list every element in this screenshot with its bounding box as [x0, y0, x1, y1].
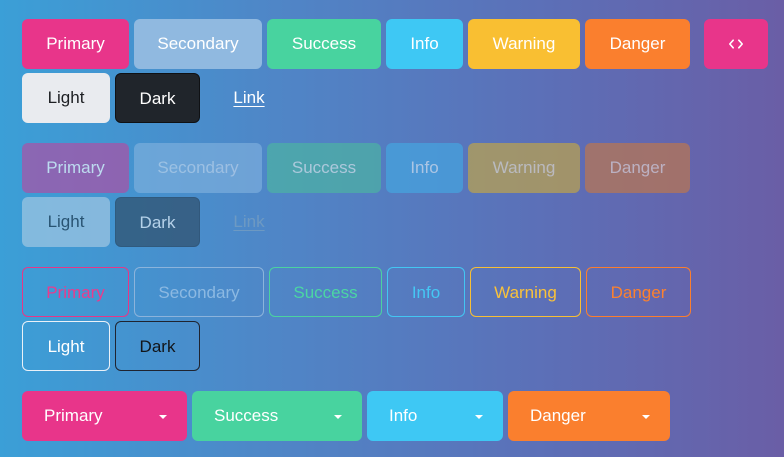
caret-down-icon: [642, 415, 650, 419]
info-outline-button[interactable]: Info: [387, 267, 465, 317]
primary-outline-button[interactable]: Primary: [22, 267, 129, 317]
info-dropdown-button[interactable]: Info: [367, 391, 503, 441]
light-disabled-button: Light: [22, 197, 110, 247]
success-outline-button[interactable]: Success: [269, 267, 382, 317]
secondary-outline-button[interactable]: Secondary: [134, 267, 264, 317]
danger-dropdown-button[interactable]: Danger: [508, 391, 670, 441]
danger-disabled-button: Danger: [585, 143, 690, 193]
link-disabled-button: Link: [233, 212, 265, 231]
secondary-disabled-button: Secondary: [134, 143, 262, 193]
danger-outline-button[interactable]: Danger: [586, 267, 691, 317]
code-icon-button[interactable]: [704, 19, 768, 69]
success-button[interactable]: Success: [267, 19, 381, 69]
disabled-buttons-row: Primary Secondary Success Info Warning D…: [22, 143, 690, 193]
warning-button[interactable]: Warning: [468, 19, 580, 69]
secondary-button[interactable]: Secondary: [134, 19, 262, 69]
dropdown-label: Success: [214, 406, 279, 425]
disabled-buttons-row-2: Light Dark Link: [22, 197, 293, 247]
solid-buttons-row: Primary Secondary Success Info Warning D…: [22, 19, 768, 69]
primary-disabled-button: Primary: [22, 143, 129, 193]
link-button[interactable]: Link: [205, 73, 293, 123]
info-disabled-button: Info: [386, 143, 463, 193]
primary-dropdown-button[interactable]: Primary: [22, 391, 187, 441]
dark-button[interactable]: Dark: [115, 73, 200, 123]
primary-button[interactable]: Primary: [22, 19, 129, 69]
code-icon: [728, 38, 744, 50]
caret-down-icon: [159, 415, 167, 419]
warning-outline-button[interactable]: Warning: [470, 267, 581, 317]
success-disabled-button: Success: [267, 143, 381, 193]
light-outline-button[interactable]: Light: [22, 321, 110, 371]
solid-buttons-row-2: Light Dark Link: [22, 73, 293, 123]
outline-buttons-row-2: Light Dark: [22, 321, 200, 371]
dark-disabled-button: Dark: [115, 197, 200, 247]
success-dropdown-button[interactable]: Success: [192, 391, 362, 441]
light-button[interactable]: Light: [22, 73, 110, 123]
dropdown-buttons-row: Primary Success Info Danger: [22, 391, 670, 441]
dropdown-label: Danger: [530, 406, 586, 425]
outline-buttons-row: Primary Secondary Success Info Warning D…: [22, 267, 691, 317]
dark-outline-button[interactable]: Dark: [115, 321, 200, 371]
dropdown-label: Primary: [44, 406, 103, 425]
info-button[interactable]: Info: [386, 19, 463, 69]
warning-disabled-button: Warning: [468, 143, 580, 193]
caret-down-icon: [334, 415, 342, 419]
danger-button[interactable]: Danger: [585, 19, 690, 69]
dropdown-label: Info: [389, 406, 418, 425]
caret-down-icon: [475, 415, 483, 419]
